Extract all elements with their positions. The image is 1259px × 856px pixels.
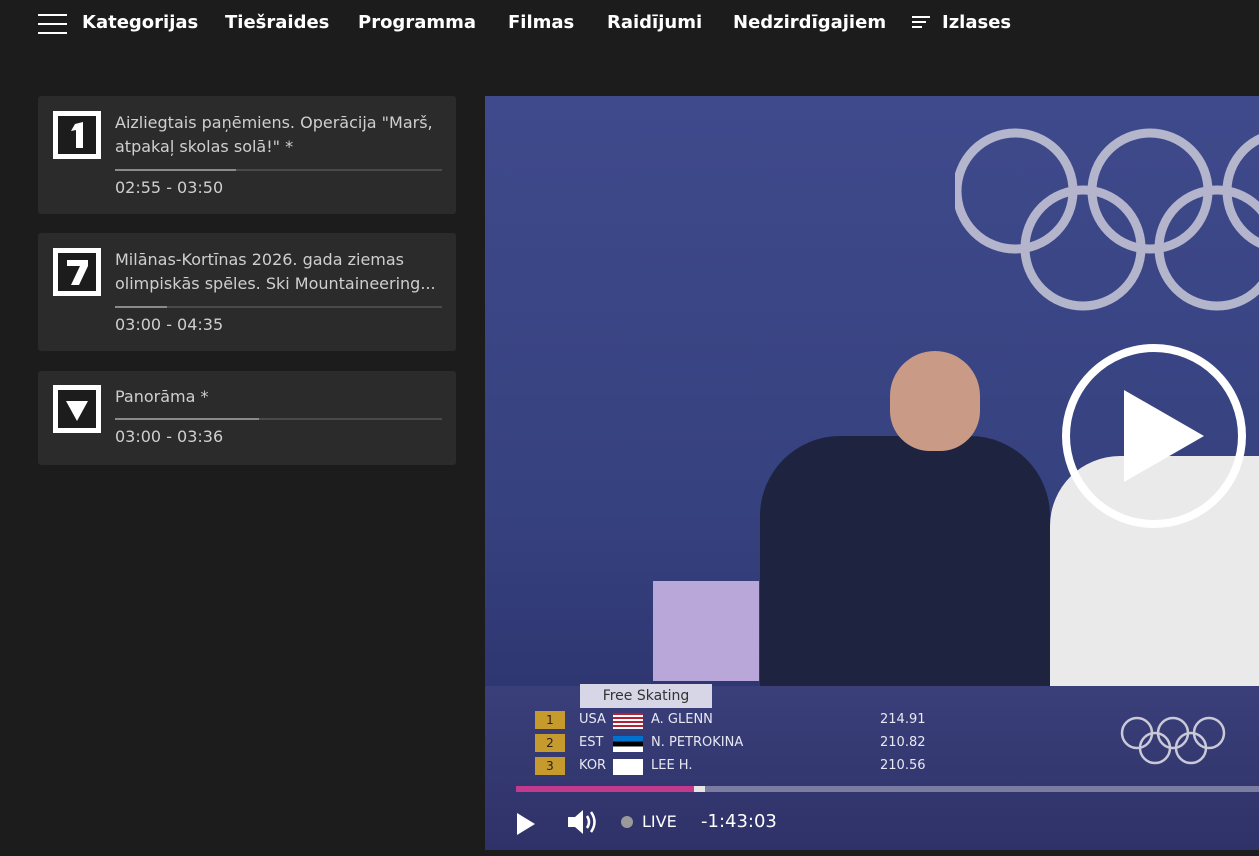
program-progress xyxy=(115,169,442,171)
nav-filmas[interactable]: Filmas xyxy=(508,12,574,33)
play-button[interactable] xyxy=(516,812,536,836)
score-row: 2 EST N. PETROKINA 210.82 xyxy=(535,734,935,754)
time-remaining: -1:43:03 xyxy=(701,811,777,832)
program-title: Milānas-Kortīnas 2026. gada ziemas olimp… xyxy=(115,250,436,293)
menu-icon[interactable] xyxy=(38,14,67,34)
volume-icon[interactable] xyxy=(567,808,599,836)
ltv7-logo xyxy=(53,248,101,296)
live-label[interactable]: LIVE xyxy=(642,812,677,831)
program-time: 02:55 - 03:50 xyxy=(115,178,224,197)
nav-raidijumi[interactable]: Raidījumi xyxy=(607,12,702,33)
estonia-flag-icon xyxy=(613,736,643,752)
program-progress xyxy=(115,306,442,308)
top-nav: Kategorijas Tiešraides Programma Filmas … xyxy=(0,0,1259,50)
play-overlay-button[interactable] xyxy=(1062,344,1246,528)
score-row: 1 USA A. GLENN 214.91 xyxy=(535,711,935,731)
channel-card-ltv7[interactable]: Milānas-Kortīnas 2026. gada ziemas olimp… xyxy=(38,233,456,351)
program-time: 03:00 - 04:35 xyxy=(115,315,224,334)
program-title: Aizliegtais paņēmiens. Operācija "Marš, … xyxy=(115,113,433,156)
score-row: 3 KOR LEE H. 210.56 xyxy=(535,757,935,777)
nav-kategorijas[interactable]: Kategorijas xyxy=(82,12,198,33)
panorama-logo xyxy=(53,385,101,433)
nav-tiesraides[interactable]: Tiešraides xyxy=(225,12,329,33)
nav-nedzirdigajiem[interactable]: Nedzirdīgajiem xyxy=(733,12,886,33)
play-icon xyxy=(1124,390,1204,482)
korea-flag-icon xyxy=(613,759,643,775)
nav-izlases[interactable]: Izlases xyxy=(942,12,1011,33)
program-title: Panorāma * xyxy=(115,387,209,406)
channel-card-panorama[interactable]: Panorāma * 03:00 - 03:36 xyxy=(38,371,456,465)
video-player[interactable]: Free Skating 1 USA A. GLENN 214.91 2 EST… xyxy=(485,96,1259,850)
nav-programma[interactable]: Programma xyxy=(358,12,476,33)
scoreboard-title: Free Skating xyxy=(580,684,712,708)
program-time: 03:00 - 03:36 xyxy=(115,427,224,446)
olympic-rings-icon xyxy=(955,128,1259,311)
program-progress xyxy=(115,418,442,420)
scoreboard: Free Skating 1 USA A. GLENN 214.91 2 EST… xyxy=(485,684,1259,850)
usa-flag-icon xyxy=(613,713,643,729)
channel-card-ltv1[interactable]: Aizliegtais paņēmiens. Operācija "Marš, … xyxy=(38,96,456,214)
ltv1-logo xyxy=(53,111,101,159)
video-progress-bar[interactable] xyxy=(516,786,1259,792)
olympic-rings-icon xyxy=(1120,716,1226,765)
playlist-icon[interactable] xyxy=(912,16,932,30)
live-indicator-icon xyxy=(621,816,633,828)
